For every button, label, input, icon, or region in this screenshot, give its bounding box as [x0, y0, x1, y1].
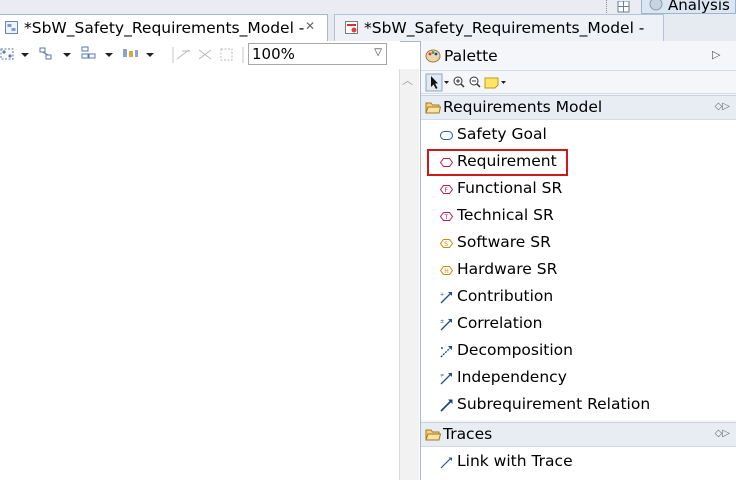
palette-tools-row	[421, 70, 736, 94]
palette-item-link-with-trace[interactable]: Link with Trace	[421, 449, 736, 476]
route-icon[interactable]	[196, 45, 218, 65]
drawer-requirements-model[interactable]: Requirements Model ◇▷	[421, 95, 736, 120]
palette-item-subrequirement-relation[interactable]: Subrequirement Relation	[421, 392, 736, 419]
select-all-dropdown-button[interactable]	[0, 45, 34, 65]
palette-item-safety-goal[interactable]: Safety Goal	[421, 122, 736, 149]
palette-item-label: Software SR	[457, 233, 551, 251]
palette-item-label: Safety Goal	[457, 125, 547, 143]
svg-text:≠: ≠	[440, 373, 444, 379]
drawer-traces[interactable]: Traces ◇▷	[421, 422, 736, 447]
palette-item-label: Contribution	[457, 287, 554, 305]
svg-text:F: F	[445, 187, 449, 194]
editor-tab-label: *SbW_Safety_Requirements_Model -	[24, 19, 305, 37]
palette-item-software-sr[interactable]: S Software SR	[421, 230, 736, 257]
palette-item-independency[interactable]: ≠ Independency	[421, 365, 736, 392]
palette-item-label: Independency	[457, 368, 567, 386]
analysis-perspective-icon	[649, 0, 663, 11]
palette-item-contribution[interactable]: + Contribution	[421, 284, 736, 311]
close-tab-icon[interactable]: ✕	[305, 19, 315, 33]
model-file-icon	[345, 21, 358, 34]
hardware-sr-icon: H	[439, 266, 454, 275]
palette-item-technical-sr[interactable]: T Technical SR	[421, 203, 736, 230]
toolbar-separator	[242, 47, 244, 63]
editor-tab-active[interactable]: *SbW_Safety_Requirements_Model - ✕	[0, 14, 328, 41]
zoom-out-icon[interactable]	[469, 76, 481, 88]
editor-tab-inactive[interactable]: *SbW_Safety_Requirements_Model -	[334, 14, 664, 41]
link-with-trace-icon	[440, 457, 452, 469]
palette-item-label: Hardware SR	[457, 260, 558, 278]
svg-text:±: ±	[440, 319, 444, 325]
pin-drawer-icon[interactable]: ◇▷	[715, 428, 730, 439]
open-perspective-icon[interactable]	[613, 0, 635, 13]
zoom-combo[interactable]: 100% ▽	[248, 43, 387, 65]
line-style-icon[interactable]	[174, 45, 196, 65]
perspective-analysis-label: Analysis	[668, 0, 730, 14]
zoom-value: 100%	[252, 45, 295, 63]
select-tool-icon[interactable]	[425, 73, 449, 92]
palette-item-hardware-sr[interactable]: H Hardware SR	[421, 257, 736, 284]
folder-open-icon	[425, 102, 441, 114]
palette-item-label: Subrequirement Relation	[457, 395, 651, 413]
palette-header: Palette ▷	[421, 44, 736, 68]
layout-dropdown-button[interactable]	[80, 45, 118, 65]
palette-title: Palette	[444, 47, 498, 65]
safety-goal-icon	[440, 131, 453, 140]
palette-item-label: Correlation	[457, 314, 543, 332]
align-dropdown-button[interactable]	[120, 45, 160, 65]
svg-text:T: T	[444, 214, 449, 221]
arrange-dropdown-button[interactable]	[38, 45, 76, 65]
palette-item-label: Functional SR	[457, 179, 563, 197]
svg-text:H: H	[444, 268, 449, 275]
zoom-in-icon[interactable]	[453, 76, 465, 88]
independency-icon: ≠	[440, 373, 452, 385]
snap-grid-icon[interactable]	[218, 45, 240, 65]
palette-item-label: Decomposition	[457, 341, 573, 359]
scroll-up-icon[interactable]: ︿	[402, 72, 413, 88]
note-tool-icon[interactable]	[484, 77, 506, 89]
palette-item-correlation[interactable]: ± Correlation	[421, 311, 736, 338]
palette-item-functional-sr[interactable]: F Functional SR	[421, 176, 736, 203]
diagram-canvas[interactable]	[0, 69, 399, 480]
palette-item-label: Technical SR	[457, 206, 554, 224]
technical-sr-icon: T	[439, 212, 454, 221]
svg-text:S: S	[444, 241, 448, 248]
editor-tab-label: *SbW_Safety_Requirements_Model -	[364, 19, 645, 37]
contribution-icon: +	[440, 292, 452, 304]
editor-tab-bar: *SbW_Safety_Requirements_Model - ✕ *SbW_…	[0, 14, 736, 42]
drawer-label: Requirements Model	[443, 98, 603, 116]
palette-icon	[425, 49, 441, 63]
diagram-file-icon	[5, 21, 18, 34]
decomposition-icon	[440, 346, 452, 358]
subrequirement-relation-icon	[440, 399, 453, 412]
palette-item-label: Link with Trace	[457, 452, 573, 470]
drawer-label: Traces	[443, 425, 493, 443]
folder-open-icon	[425, 429, 441, 441]
chevron-down-icon[interactable]: ▽	[374, 47, 382, 58]
collapse-palette-icon[interactable]: ▷	[712, 48, 720, 61]
software-sr-icon: S	[439, 239, 454, 248]
functional-sr-icon: F	[439, 185, 454, 194]
perspective-analysis-button[interactable]: Analysis	[641, 0, 736, 14]
svg-text:+: +	[440, 292, 444, 298]
pin-drawer-icon[interactable]: ◇▷	[715, 101, 730, 112]
palette-item-decomposition[interactable]: Decomposition	[421, 338, 736, 365]
perspective-separator	[606, 0, 609, 13]
vertical-scrollbar[interactable]	[399, 69, 419, 480]
requirement-highlight-box	[427, 149, 568, 176]
correlation-icon: ±	[440, 319, 452, 331]
